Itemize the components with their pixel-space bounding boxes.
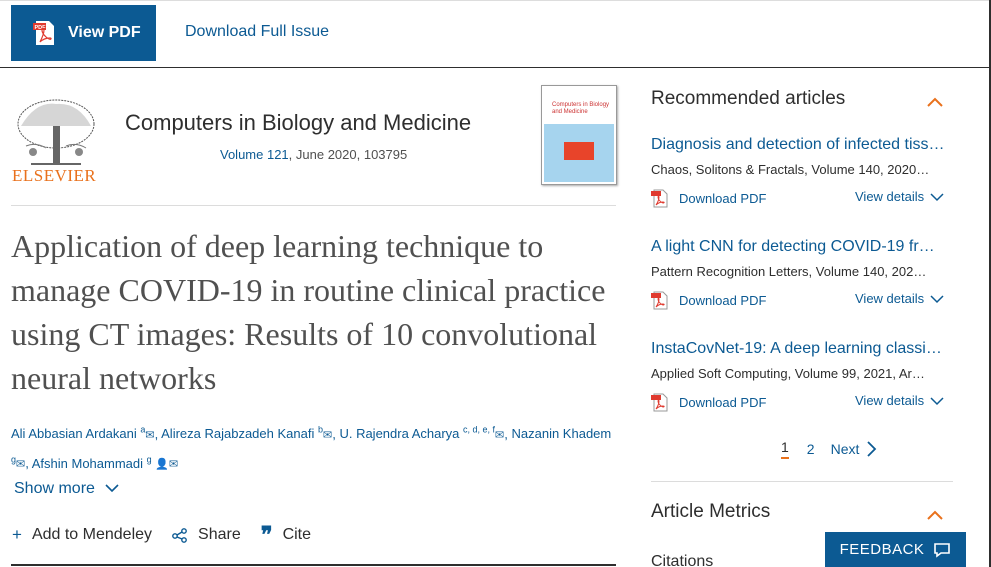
recommended-article: A light CNN for detecting COVID-19 fr… P… bbox=[651, 238, 953, 313]
show-more-label: Show more bbox=[14, 480, 95, 497]
email-icon[interactable]: ✉ bbox=[145, 429, 154, 441]
cover-body bbox=[544, 124, 614, 182]
chevron-up-icon[interactable] bbox=[927, 507, 943, 523]
author-link[interactable]: U. Rajendra Acharya c, d, e, f bbox=[339, 425, 495, 441]
download-pdf-link[interactable]: Download PDF bbox=[651, 189, 766, 208]
page-1-button[interactable]: 1 bbox=[781, 439, 789, 459]
chevron-down-icon bbox=[930, 294, 944, 303]
download-full-issue-link[interactable]: Download Full Issue bbox=[185, 23, 329, 41]
top-toolbar: PDF View PDF Download Full Issue bbox=[0, 0, 991, 68]
email-icon[interactable]: ✉ bbox=[495, 429, 504, 441]
recommended-article: InstaCovNet-19: A deep learning classi… … bbox=[651, 340, 953, 415]
article-actions: + Add to Mendeley Share ❞ Cite bbox=[12, 522, 331, 548]
author-list: Ali Abbasian Ardakani a✉, Alireza Rajabz… bbox=[11, 425, 612, 471]
recommended-article-title[interactable]: InstaCovNet-19: A deep learning classi… bbox=[651, 340, 951, 358]
recommended-article-source: Pattern Recognition Letters, Volume 140,… bbox=[651, 264, 927, 279]
pdf-icon bbox=[651, 189, 668, 208]
author-link[interactable]: Ali Abbasian Ardakani a bbox=[11, 425, 145, 441]
view-details-button[interactable]: View details bbox=[855, 291, 944, 306]
quote-icon: ❞ bbox=[260, 522, 273, 547]
cover-graphic bbox=[564, 142, 594, 160]
citations-label: Citations bbox=[651, 553, 714, 567]
chevron-up-icon[interactable] bbox=[927, 94, 943, 110]
author-link[interactable]: Alireza Rajabzadeh Kanafi b bbox=[161, 425, 323, 441]
pdf-icon bbox=[651, 393, 668, 412]
recommended-article-title[interactable]: Diagnosis and detection of infected tiss… bbox=[651, 136, 951, 154]
journal-title[interactable]: Computers in Biology and Medicine bbox=[125, 110, 471, 136]
pdf-icon: PDF bbox=[33, 21, 54, 45]
add-to-mendeley-button[interactable]: + Add to Mendeley bbox=[12, 525, 152, 545]
plus-icon: + bbox=[12, 525, 22, 544]
recommended-article-title[interactable]: A light CNN for detecting COVID-19 fr… bbox=[651, 238, 951, 256]
share-button[interactable]: Share bbox=[172, 526, 241, 544]
chevron-down-icon bbox=[930, 192, 944, 201]
email-icon[interactable]: ✉ bbox=[323, 429, 332, 441]
show-more-button[interactable]: Show more bbox=[14, 480, 119, 498]
page-2-button[interactable]: 2 bbox=[807, 441, 815, 457]
recommended-article-source: Chaos, Solitons & Fractals, Volume 140, … bbox=[651, 162, 930, 177]
download-pdf-link[interactable]: Download PDF bbox=[651, 393, 766, 412]
recommended-articles-heading: Recommended articles bbox=[651, 88, 846, 109]
issue-date: , June 2020, 103795 bbox=[288, 147, 408, 162]
chat-bubble-icon bbox=[934, 542, 951, 558]
recommended-article: Diagnosis and detection of infected tiss… bbox=[651, 136, 953, 211]
sidebar-divider bbox=[651, 481, 953, 482]
person-icon[interactable]: 👤 bbox=[155, 459, 169, 471]
publisher-name: ELSEVIER bbox=[12, 166, 97, 185]
content-divider bbox=[11, 564, 616, 566]
journal-cover-image[interactable]: Computers in Biology and Medicine bbox=[541, 85, 617, 185]
view-pdf-label: View PDF bbox=[68, 24, 141, 41]
cover-title: Computers in Biology and Medicine bbox=[552, 102, 610, 115]
recommended-article-source: Applied Soft Computing, Volume 99, 2021,… bbox=[651, 366, 925, 381]
header-divider bbox=[11, 205, 616, 206]
cite-button[interactable]: ❞ Cite bbox=[261, 522, 311, 548]
chevron-right-icon bbox=[867, 441, 877, 457]
view-details-button[interactable]: View details bbox=[855, 189, 944, 204]
download-pdf-link[interactable]: Download PDF bbox=[651, 291, 766, 310]
cover-header: Computers in Biology and Medicine bbox=[544, 88, 614, 124]
email-icon[interactable]: ✉ bbox=[16, 459, 25, 471]
pdf-icon bbox=[651, 291, 668, 310]
next-page-button[interactable]: Next bbox=[831, 440, 879, 458]
view-details-button[interactable]: View details bbox=[855, 393, 944, 408]
journal-issue-info: Volume 121, June 2020, 103795 bbox=[220, 147, 407, 162]
pagination: 1 2 Next bbox=[781, 439, 878, 459]
share-icon bbox=[172, 528, 187, 543]
volume-link[interactable]: Volume 121 bbox=[220, 147, 289, 162]
article-metrics-heading: Article Metrics bbox=[651, 501, 771, 522]
article-title: Application of deep learning technique t… bbox=[11, 228, 606, 396]
feedback-button[interactable]: FEEDBACK bbox=[825, 532, 966, 567]
email-icon[interactable]: ✉ bbox=[169, 459, 178, 471]
chevron-down-icon bbox=[930, 396, 944, 405]
chevron-down-icon bbox=[105, 484, 119, 493]
author-link[interactable]: Afshin Mohammadi g bbox=[32, 454, 152, 470]
view-pdf-button[interactable]: PDF View PDF bbox=[11, 5, 156, 61]
